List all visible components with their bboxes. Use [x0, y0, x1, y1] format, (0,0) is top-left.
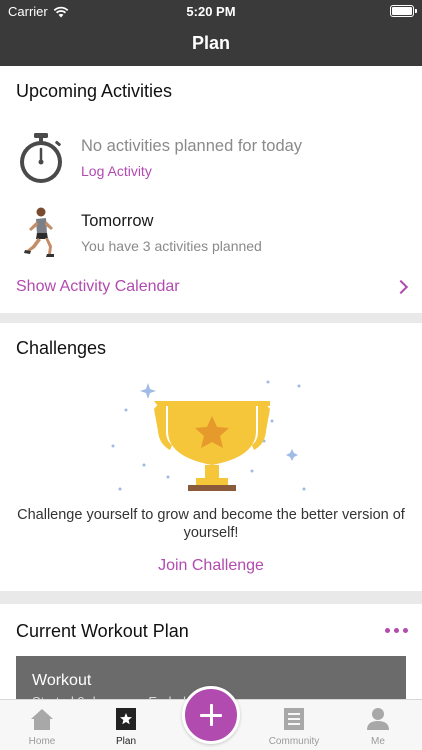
tab-me-label: Me [371, 736, 385, 747]
tab-plan[interactable]: Plan [84, 700, 168, 750]
plan-icon [116, 708, 136, 730]
clock: 5:20 PM [186, 4, 236, 19]
workout-name: Workout [32, 672, 92, 689]
log-activity-link[interactable]: Log Activity [81, 163, 152, 179]
no-activities-message: No activities planned for today [81, 137, 303, 155]
status-bar: Carrier 5:20 PM [0, 0, 422, 22]
tab-plan-label: Plan [115, 736, 136, 747]
workout-plan-title: Current Workout Plan [16, 621, 189, 641]
show-activity-calendar-button[interactable]: Show Activity Calendar [16, 278, 410, 296]
tab-home-label: Home [28, 736, 56, 747]
upcoming-activities-card: Upcoming Activities No activities planne… [0, 66, 422, 313]
tab-me[interactable]: Me [336, 700, 420, 750]
battery-icon [390, 5, 417, 17]
challenges-title: Challenges [16, 338, 107, 358]
tomorrow-title: Tomorrow [81, 212, 154, 230]
tab-community-label: Community [268, 736, 320, 747]
community-icon [284, 708, 304, 730]
add-button[interactable] [182, 686, 240, 744]
show-activity-calendar-label: Show Activity Calendar [16, 278, 180, 295]
app-header: Carrier 5:20 PM Plan [0, 0, 422, 66]
chevron-right-icon [393, 279, 409, 295]
upcoming-title: Upcoming Activities [16, 81, 173, 101]
tab-home[interactable]: Home [0, 700, 84, 750]
challenges-card: Challenges Challenge yourself to grow an… [0, 323, 422, 591]
home-icon [31, 709, 53, 730]
tab-community[interactable]: Community [252, 700, 336, 750]
page-title: Plan [191, 33, 230, 53]
challenges-description: Challenge yourself to grow and become th… [17, 507, 405, 541]
profile-icon [367, 708, 389, 730]
trophy-icon [111, 380, 306, 491]
runner-icon [24, 207, 54, 257]
tomorrow-subtitle: You have 3 activities planned [81, 238, 262, 254]
join-challenge-button[interactable]: Join Challenge [0, 557, 422, 575]
stopwatch-icon [20, 133, 62, 183]
more-options-icon[interactable] [385, 628, 408, 633]
